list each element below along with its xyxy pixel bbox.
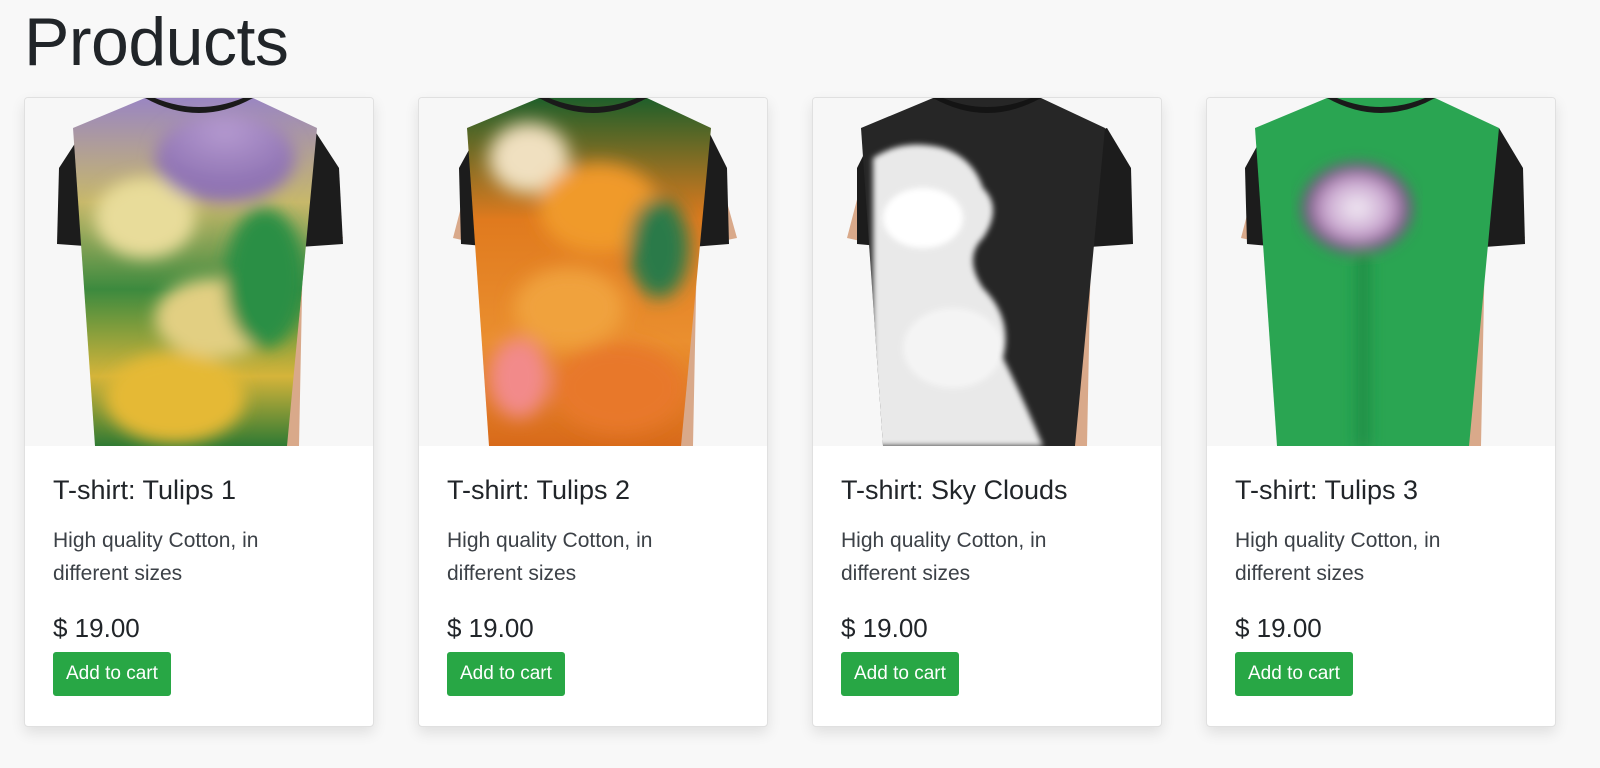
product-title: T-shirt: Tulips 3 (1235, 475, 1419, 505)
product-price: $ 19.00 (53, 613, 140, 643)
product-description: High quality Cotton, in different sizes (447, 529, 653, 585)
card-body: T-shirt: Tulips 3 High quality Cotton, i… (1207, 446, 1555, 696)
product-title: T-shirt: Sky Clouds (841, 475, 1068, 505)
product-image[interactable] (419, 98, 767, 446)
tshirt-tulips-1-image (25, 98, 373, 446)
add-to-cart-button[interactable]: Add to cart (1235, 652, 1353, 696)
page-title: Products (24, 4, 289, 80)
product-card: T-shirt: Tulips 1 High quality Cotton, i… (24, 97, 374, 727)
card-body: T-shirt: Sky Clouds High quality Cotton,… (813, 446, 1161, 696)
products-page: Products T-shirt: Tulips 1 High quality … (0, 0, 1600, 768)
product-price: $ 19.00 (841, 613, 928, 643)
product-price: $ 19.00 (447, 613, 534, 643)
product-image[interactable] (25, 98, 373, 446)
product-image[interactable] (1207, 98, 1555, 446)
product-image[interactable] (813, 98, 1161, 446)
product-card: T-shirt: Sky Clouds High quality Cotton,… (812, 97, 1162, 727)
tshirt-tulips-3-image (1207, 98, 1555, 446)
add-to-cart-button[interactable]: Add to cart (841, 652, 959, 696)
add-to-cart-button[interactable]: Add to cart (447, 652, 565, 696)
tshirt-tulips-2-image (419, 98, 767, 446)
product-description: High quality Cotton, in different sizes (1235, 529, 1441, 585)
product-grid: T-shirt: Tulips 1 High quality Cotton, i… (24, 97, 1556, 727)
product-description: High quality Cotton, in different sizes (53, 529, 259, 585)
product-price: $ 19.00 (1235, 613, 1322, 643)
product-title: T-shirt: Tulips 1 (53, 475, 237, 505)
tshirt-sky-clouds-image (813, 98, 1161, 446)
add-to-cart-button[interactable]: Add to cart (53, 652, 171, 696)
product-card: T-shirt: Tulips 3 High quality Cotton, i… (1206, 97, 1556, 727)
card-body: T-shirt: Tulips 2 High quality Cotton, i… (419, 446, 767, 696)
product-card: T-shirt: Tulips 2 High quality Cotton, i… (418, 97, 768, 727)
product-title: T-shirt: Tulips 2 (447, 475, 631, 505)
product-description: High quality Cotton, in different sizes (841, 529, 1047, 585)
card-body: T-shirt: Tulips 1 High quality Cotton, i… (25, 446, 373, 696)
